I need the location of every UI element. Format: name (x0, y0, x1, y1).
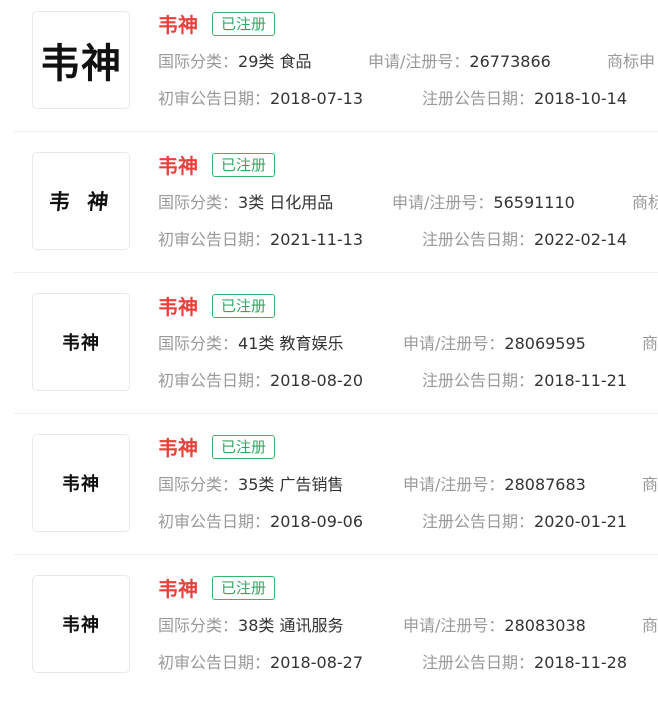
item-divider (14, 554, 658, 555)
reg-no-label: 申请/注册号： (403, 334, 505, 353)
reg-date-label: 注册公告日期： (422, 89, 535, 108)
trademark-name[interactable]: 韦神 (158, 294, 198, 320)
trademark-item[interactable]: 韦神 韦神 已注册 国际分类：35类 广告销售 申请/注册号：28087683 … (0, 423, 658, 564)
class-label: 国际分类： (158, 616, 239, 635)
first-trial-label: 初审公告日期： (158, 230, 271, 249)
trademark-logo[interactable]: 韦神 (32, 575, 130, 673)
trademark-item[interactable]: 韦神 韦神 已注册 国际分类：38类 通讯服务 申请/注册号：28083038 … (0, 564, 658, 705)
trademark-logo-text: 韦神 (62, 615, 100, 636)
reg-no-label: 申请/注册号： (368, 52, 470, 71)
first-trial-label: 初审公告日期： (158, 653, 271, 672)
trademark-name[interactable]: 韦神 (158, 12, 198, 38)
first-trial-value: 2018-09-06 (270, 512, 363, 531)
class-value: 3类 日化用品 (238, 193, 334, 212)
reg-no-value: 26773866 (469, 52, 551, 71)
class-label: 国际分类： (158, 52, 239, 71)
reg-no-value: 28087683 (504, 475, 586, 494)
first-trial-value: 2018-07-13 (270, 89, 363, 108)
class-label: 国际分类： (158, 475, 239, 494)
reg-no-value: 28083038 (504, 616, 586, 635)
reg-date-value: 2022-02-14 (534, 230, 627, 249)
class-label: 国际分类： (158, 334, 239, 353)
first-trial-value: 2018-08-20 (270, 371, 363, 390)
reg-date-value: 2018-11-21 (534, 371, 627, 390)
trademark-logo[interactable]: 韦 神 (32, 152, 130, 250)
reg-date-label: 注册公告日期： (422, 371, 535, 390)
reg-no-value: 28069595 (504, 334, 586, 353)
trademark-logo[interactable]: 韦神 (32, 434, 130, 532)
trademark-logo-text: 韦神 (40, 41, 122, 87)
class-value: 35类 广告销售 (238, 475, 344, 494)
item-divider (14, 131, 658, 132)
first-trial-label: 初审公告日期： (158, 371, 271, 390)
first-trial-value: 2021-11-13 (270, 230, 363, 249)
class-value: 38类 通讯服务 (238, 616, 344, 635)
trademark-logo[interactable]: 韦神 (32, 293, 130, 391)
status-badge: 已注册 (212, 153, 276, 177)
reg-no-label: 申请/注册号： (403, 475, 505, 494)
class-value: 29类 食品 (238, 52, 312, 71)
item-divider (14, 413, 658, 414)
reg-no-label: 申请/注册号： (392, 193, 494, 212)
type-label-truncated: 商标申 (607, 52, 656, 71)
reg-date-value: 2020-01-21 (534, 512, 627, 531)
trademark-name[interactable]: 韦神 (158, 153, 198, 179)
trademark-item[interactable]: 韦 神 韦神 已注册 国际分类：3类 日化用品 申请/注册号：56591110 … (0, 141, 658, 282)
reg-no-value: 56591110 (493, 193, 575, 212)
trademark-name[interactable]: 韦神 (158, 576, 198, 602)
status-badge: 已注册 (212, 576, 276, 600)
trademark-logo[interactable]: 韦神 (32, 11, 130, 109)
trademark-logo-text: 韦神 (62, 474, 100, 495)
item-divider (14, 272, 658, 273)
reg-date-value: 2018-11-28 (534, 653, 627, 672)
type-label-truncated: 商标 (632, 193, 658, 212)
reg-date-label: 注册公告日期： (422, 512, 535, 531)
first-trial-value: 2018-08-27 (270, 653, 363, 672)
trademark-logo-text: 韦神 (62, 333, 100, 354)
type-label-truncated: 商 (642, 475, 658, 494)
trademark-logo-text: 韦 神 (47, 189, 115, 214)
reg-no-label: 申请/注册号： (403, 616, 505, 635)
status-badge: 已注册 (212, 294, 276, 318)
class-value: 41类 教育娱乐 (238, 334, 344, 353)
type-label-truncated: 商 (642, 616, 658, 635)
reg-date-value: 2018-10-14 (534, 89, 627, 108)
trademark-list: 韦神 韦神 已注册 国际分类：29类 食品 申请/注册号：26773866 商标… (0, 0, 658, 673)
reg-date-label: 注册公告日期： (422, 653, 535, 672)
first-trial-label: 初审公告日期： (158, 512, 271, 531)
trademark-item[interactable]: 韦神 韦神 已注册 国际分类：29类 食品 申请/注册号：26773866 商标… (0, 0, 658, 141)
type-label-truncated: 商 (642, 334, 658, 353)
trademark-name[interactable]: 韦神 (158, 435, 198, 461)
reg-date-label: 注册公告日期： (422, 230, 535, 249)
first-trial-label: 初审公告日期： (158, 89, 271, 108)
status-badge: 已注册 (212, 435, 276, 459)
status-badge: 已注册 (212, 12, 276, 36)
trademark-item[interactable]: 韦神 韦神 已注册 国际分类：41类 教育娱乐 申请/注册号：28069595 … (0, 282, 658, 423)
class-label: 国际分类： (158, 193, 239, 212)
